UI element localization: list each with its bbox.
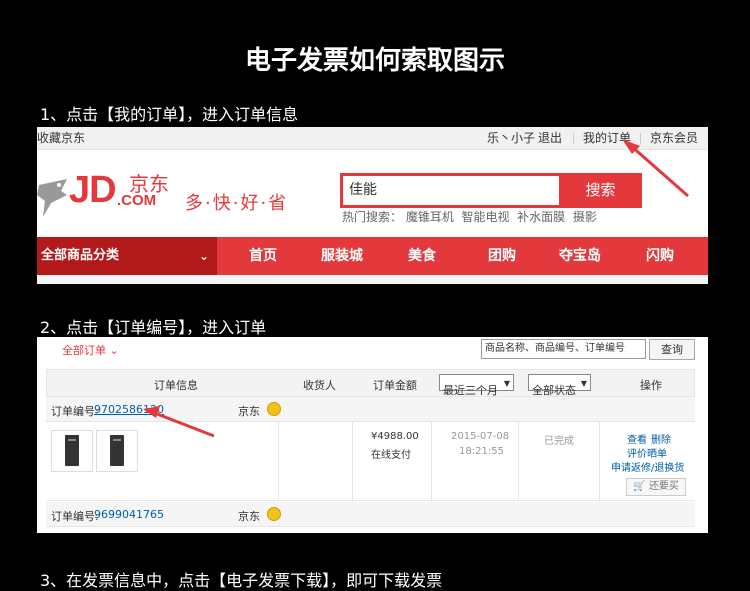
arrow-to-order-number (143, 406, 215, 438)
annotation-arrows (143, 139, 689, 438)
arrow-to-my-orders (622, 139, 689, 198)
